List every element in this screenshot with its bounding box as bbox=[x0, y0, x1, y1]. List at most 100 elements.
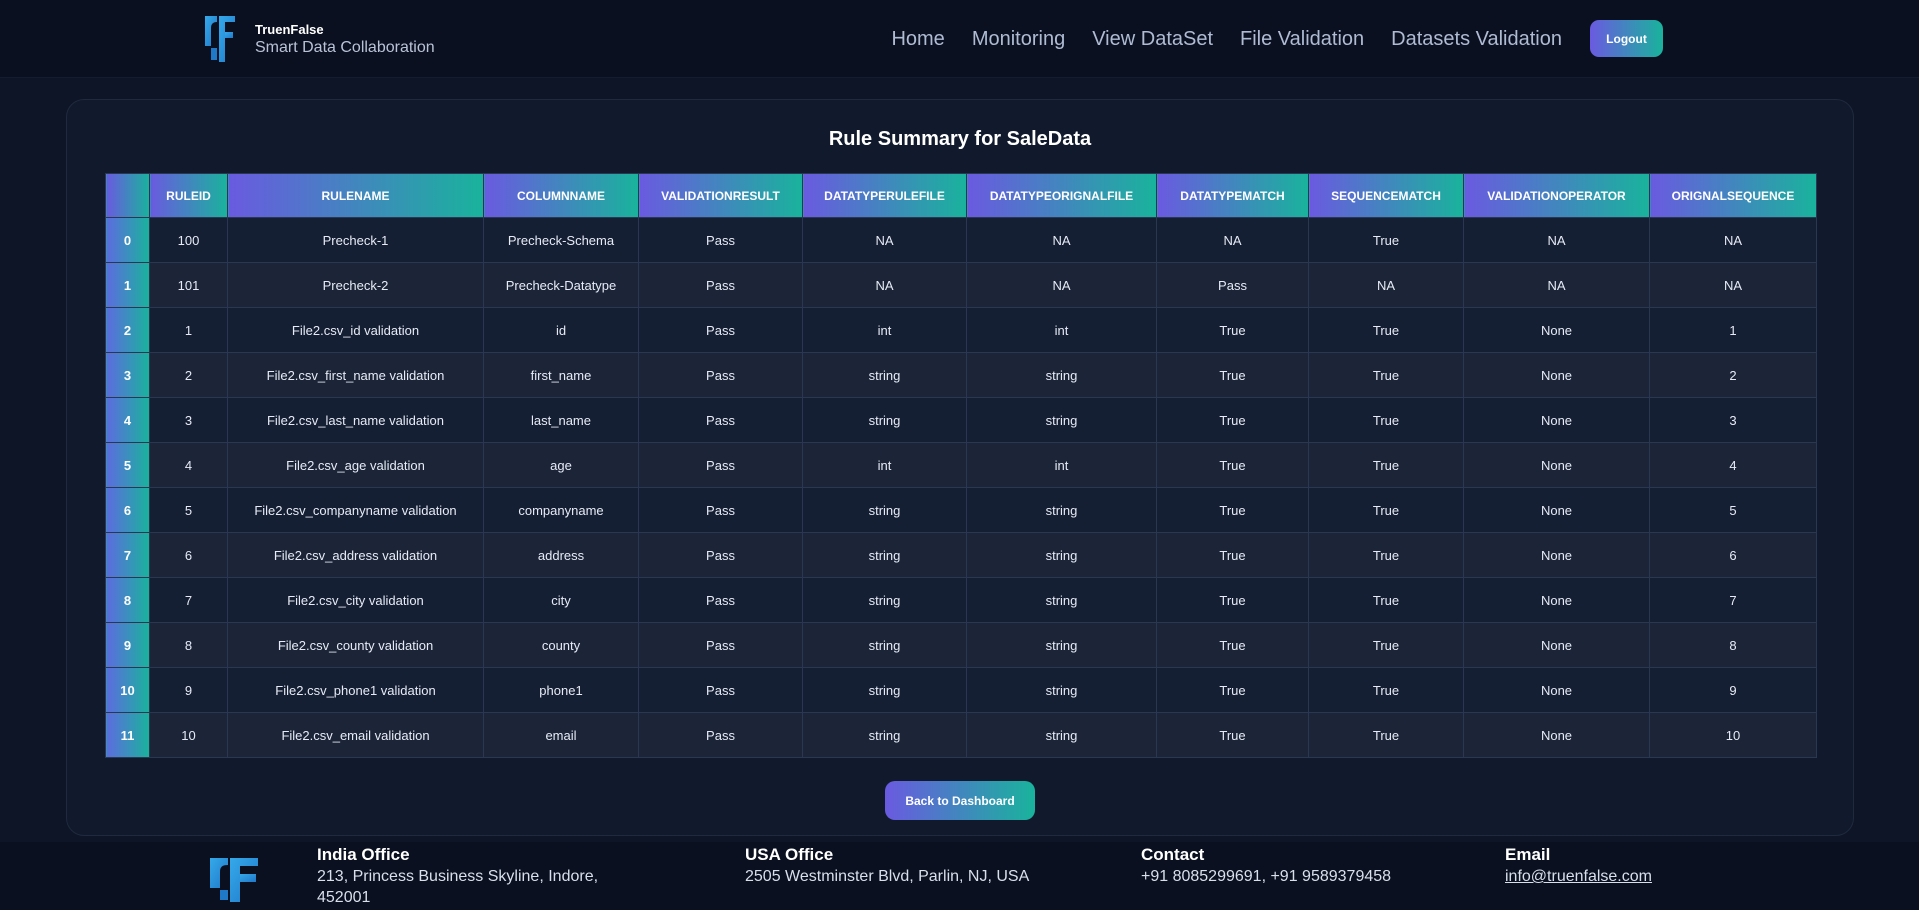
logout-button[interactable]: Logout bbox=[1590, 20, 1663, 57]
rule-summary-card: Rule Summary for SaleData RULEID RULENAME… bbox=[66, 99, 1854, 836]
table-cell: 10 bbox=[1649, 712, 1817, 758]
table-cell: string bbox=[802, 622, 967, 668]
truenfalse-logo-icon bbox=[205, 16, 235, 62]
table-cell: Precheck-Schema bbox=[483, 217, 639, 263]
email-title: Email bbox=[1505, 845, 1551, 864]
column-header: RULENAME bbox=[227, 173, 484, 218]
table-cell: string bbox=[966, 532, 1157, 578]
table-cell: File2.csv_address validation bbox=[227, 532, 484, 578]
table-cell: NA bbox=[1649, 217, 1817, 263]
table-cell: Pass bbox=[638, 577, 803, 623]
rule-summary-table: RULEID RULENAME COLUMNNAME VALIDATIONRESULT… bbox=[105, 173, 1817, 758]
column-header: RULEID bbox=[149, 173, 228, 218]
table-cell: 5 bbox=[1649, 487, 1817, 533]
table-cell: NA bbox=[802, 262, 967, 308]
truenfalse-logo-icon bbox=[210, 858, 258, 902]
table-cell: 1 bbox=[1649, 307, 1817, 353]
table-cell: True bbox=[1156, 622, 1309, 668]
table-cell: True bbox=[1308, 622, 1464, 668]
table-cell: True bbox=[1308, 667, 1464, 713]
table-cell: email bbox=[483, 712, 639, 758]
row-index-cell: 11 bbox=[105, 712, 150, 758]
table-cell: phone1 bbox=[483, 667, 639, 713]
table-row: 0 100 Precheck-1 Precheck-Schema Pass NA NA NA T… bbox=[105, 217, 1817, 263]
table-cell: 3 bbox=[1649, 397, 1817, 443]
table-cell: 2 bbox=[149, 352, 228, 398]
column-header: VALIDATIONOPERATOR bbox=[1463, 173, 1650, 218]
back-to-dashboard-button[interactable]: Back to Dashboard bbox=[885, 781, 1035, 820]
table-cell: True bbox=[1308, 217, 1464, 263]
table-cell: True bbox=[1156, 577, 1309, 623]
page-title: Rule Summary for SaleData bbox=[828, 128, 1092, 150]
table-cell: Pass bbox=[638, 712, 803, 758]
table-cell: string bbox=[802, 532, 967, 578]
table-cell: Pass bbox=[638, 307, 803, 353]
table-cell: Pass bbox=[638, 397, 803, 443]
table-cell: address bbox=[483, 532, 639, 578]
row-index-cell: 3 bbox=[105, 352, 150, 398]
table-cell: id bbox=[483, 307, 639, 353]
table-cell: File2.csv_first_name validation bbox=[227, 352, 484, 398]
column-header: COLUMNNAME bbox=[483, 173, 639, 218]
table-cell: True bbox=[1308, 712, 1464, 758]
table-row: 5 4 File2.csv_age validation age Pass int int T… bbox=[105, 442, 1817, 488]
brand[interactable]: TruenFalse Smart Data Collaboration bbox=[203, 14, 435, 64]
table-cell: Pass bbox=[638, 532, 803, 578]
table-cell: True bbox=[1156, 397, 1309, 443]
column-header: DATATYPEMATCH bbox=[1156, 173, 1309, 218]
table-cell: Pass bbox=[638, 487, 803, 533]
table-cell: 1 bbox=[149, 307, 228, 353]
table-cell: True bbox=[1308, 442, 1464, 488]
table-cell: string bbox=[966, 352, 1157, 398]
table-cell: string bbox=[966, 487, 1157, 533]
table-cell: string bbox=[802, 667, 967, 713]
table-cell: string bbox=[966, 667, 1157, 713]
table-cell: True bbox=[1308, 307, 1464, 353]
table-cell: 5 bbox=[149, 487, 228, 533]
table-cell: True bbox=[1308, 397, 1464, 443]
brand-name: TruenFalse bbox=[255, 22, 324, 37]
india-office-title: India Office bbox=[317, 845, 410, 864]
nav-monitoring[interactable]: Monitoring bbox=[972, 21, 1065, 57]
email-link[interactable]: info@truenfalse.com bbox=[1505, 866, 1652, 887]
row-index-cell: 10 bbox=[105, 667, 150, 713]
table-cell: True bbox=[1156, 712, 1309, 758]
usa-office-title: USA Office bbox=[745, 845, 834, 864]
table-cell: 9 bbox=[1649, 667, 1817, 713]
table-cell: NA bbox=[1156, 217, 1309, 263]
footer-contact: Contact +91 8085299691, +91 9589379458 bbox=[1141, 844, 1391, 887]
column-header: VALIDATIONRESULT bbox=[638, 173, 803, 218]
table-cell: 4 bbox=[1649, 442, 1817, 488]
row-index-cell: 8 bbox=[105, 577, 150, 623]
nav-home[interactable]: Home bbox=[891, 21, 944, 57]
table-cell: Pass bbox=[1156, 262, 1309, 308]
table-cell: 7 bbox=[1649, 577, 1817, 623]
nav-file-validation[interactable]: File Validation bbox=[1240, 21, 1364, 57]
table-cell: companyname bbox=[483, 487, 639, 533]
table-cell: True bbox=[1156, 307, 1309, 353]
table-cell: True bbox=[1156, 442, 1309, 488]
main-nav: Home Monitoring View DataSet File Valida… bbox=[891, 20, 1663, 57]
table-cell: first_name bbox=[483, 352, 639, 398]
table-cell: None bbox=[1463, 577, 1650, 623]
table-cell: string bbox=[966, 622, 1157, 668]
table-cell: File2.csv_age validation bbox=[227, 442, 484, 488]
table-cell: True bbox=[1156, 532, 1309, 578]
table-cell: Pass bbox=[638, 262, 803, 308]
table-cell: NA bbox=[966, 217, 1157, 263]
table-cell: True bbox=[1308, 487, 1464, 533]
nav-view-dataset[interactable]: View DataSet bbox=[1092, 21, 1213, 57]
table-header-row: RULEID RULENAME COLUMNNAME VALIDATIONRESULT… bbox=[105, 173, 1817, 218]
nav-datasets-validation[interactable]: Datasets Validation bbox=[1391, 21, 1562, 57]
table-cell: string bbox=[802, 712, 967, 758]
table-cell: None bbox=[1463, 442, 1650, 488]
table-cell: True bbox=[1156, 487, 1309, 533]
table-cell: NA bbox=[1463, 262, 1650, 308]
table-cell: 8 bbox=[1649, 622, 1817, 668]
table-cell: int bbox=[802, 442, 967, 488]
table-cell: File2.csv_companyname validation bbox=[227, 487, 484, 533]
table-cell: Pass bbox=[638, 442, 803, 488]
row-index-cell: 2 bbox=[105, 307, 150, 353]
table-cell: File2.csv_phone1 validation bbox=[227, 667, 484, 713]
table-cell: True bbox=[1156, 352, 1309, 398]
